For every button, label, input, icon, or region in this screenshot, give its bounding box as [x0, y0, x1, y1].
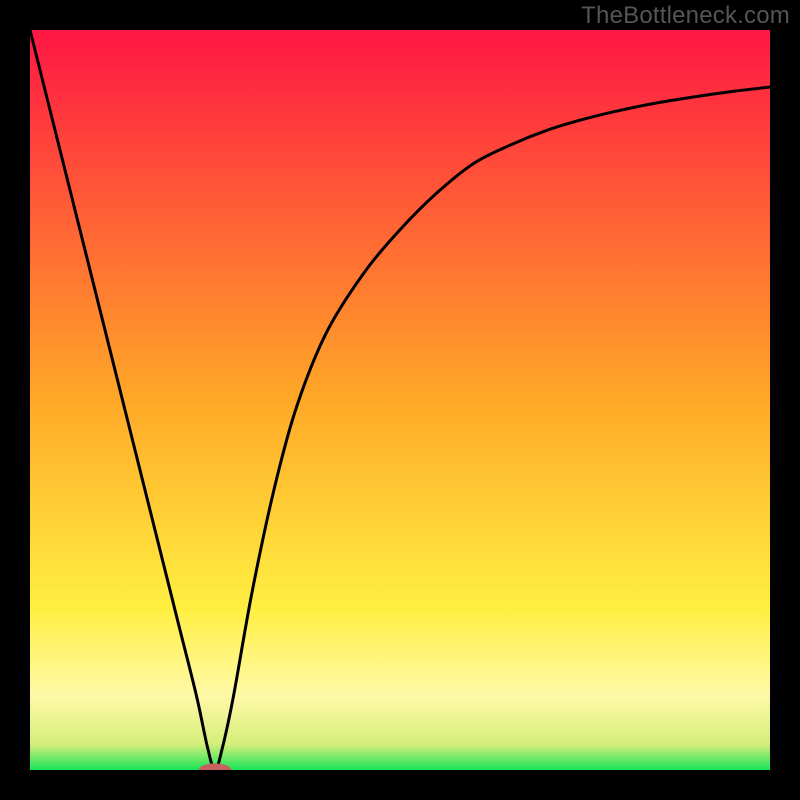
bottleneck-chart — [30, 30, 770, 770]
chart-frame: TheBottleneck.com — [0, 0, 800, 800]
attribution-text: TheBottleneck.com — [581, 2, 790, 30]
plot-background — [30, 30, 770, 770]
